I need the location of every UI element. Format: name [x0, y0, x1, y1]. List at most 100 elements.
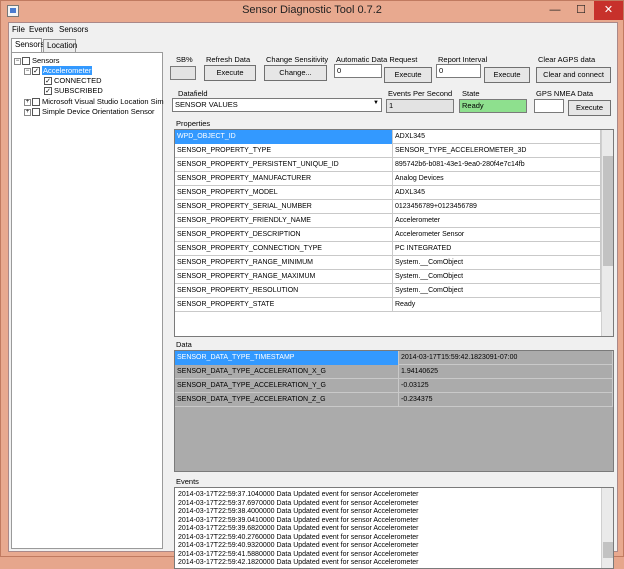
tree-label: SUBSCRIBED — [54, 86, 103, 95]
auto-request-label: Automatic Data Request — [336, 55, 418, 64]
event-line: 2014-03-17T22:59:37.6970000 Data Updated… — [178, 499, 419, 507]
auto-request-execute-button[interactable]: Execute — [384, 67, 432, 83]
menu-events[interactable]: Events — [29, 25, 53, 34]
data-grid[interactable]: SENSOR_DATA_TYPE_TIMESTAMP 2014-03-17T15:… — [174, 350, 614, 472]
row-value: 0123456789+0123456789 — [393, 200, 601, 214]
events-per-second-label: Events Per Second — [388, 89, 453, 98]
row-value: Ready — [393, 298, 601, 312]
tree-label: Microsoft Visual Studio Location Sim — [42, 97, 164, 106]
expand-icon[interactable]: + — [24, 108, 31, 116]
table-row[interactable]: SENSOR_PROPERTY_RESOLUTION System.__ComOb… — [175, 284, 601, 298]
report-interval-input[interactable]: 0 — [436, 64, 481, 78]
report-interval-label: Report Interval — [438, 55, 488, 64]
refresh-data-label: Refresh Data — [206, 55, 251, 64]
event-line: 2014-03-17T22:59:38.4000000 Data Updated… — [178, 508, 419, 515]
tree-node-accelerometer[interactable]: − ✓ Accelerometer — [24, 66, 93, 76]
event-line: 2014-03-17T22:59:37.1040000 Data Updated… — [178, 491, 419, 498]
row-key: SENSOR_PROPERTY_TYPE — [175, 144, 393, 158]
table-row[interactable]: SENSOR_DATA_TYPE_TIMESTAMP 2014-03-17T15:… — [175, 351, 613, 365]
client-area: File Events Sensors Sensors Location − Se… — [8, 22, 618, 569]
collapse-icon[interactable]: − — [14, 57, 21, 65]
checkbox[interactable] — [22, 57, 30, 66]
table-row[interactable]: SENSOR_PROPERTY_RANGE_MAXIMUM System.__Co… — [175, 270, 601, 284]
main-panel: SB% Refresh Data Execute Change Sensitiv… — [166, 52, 616, 569]
checkbox-checked[interactable]: ✓ — [32, 67, 40, 76]
row-key: SENSOR_PROPERTY_FRIENDLY_NAME — [175, 214, 393, 228]
gps-nmea-execute-button[interactable]: Execute — [568, 100, 611, 116]
scroll-thumb[interactable] — [603, 542, 613, 558]
table-row[interactable]: SENSOR_PROPERTY_TYPE SENSOR_TYPE_ACCELERO… — [175, 144, 601, 158]
tab-sensors[interactable]: Sensors — [11, 38, 44, 52]
expand-icon[interactable]: + — [24, 98, 31, 106]
tree-label: Sensors — [32, 56, 60, 65]
row-key: SENSOR_PROPERTY_MODEL — [175, 186, 393, 200]
close-button[interactable]: ✕ — [594, 1, 623, 20]
row-key: SENSOR_PROPERTY_DESCRIPTION — [175, 228, 393, 242]
row-key: SENSOR_PROPERTY_RANGE_MAXIMUM — [175, 270, 393, 284]
table-row[interactable]: SENSOR_PROPERTY_RANGE_MINIMUM System.__Co… — [175, 256, 601, 270]
table-row[interactable]: SENSOR_PROPERTY_PERSISTENT_UNIQUE_ID 8957… — [175, 158, 601, 172]
report-interval-execute-button[interactable]: Execute — [484, 67, 530, 83]
table-row[interactable]: SENSOR_DATA_TYPE_ACCELERATION_Z_G -0.2343… — [175, 393, 613, 407]
sensor-tree[interactable]: − Sensors − ✓ Accelerometer ✓ CONNECTED ✓ SUB… — [11, 52, 164, 549]
table-row[interactable]: SENSOR_PROPERTY_MODEL ADXL345 — [175, 186, 601, 200]
events-per-second-field: 1 — [386, 99, 454, 113]
table-row[interactable]: SENSOR_DATA_TYPE_ACCELERATION_X_G 1.94140… — [175, 365, 613, 379]
row-value: -0.03125 — [399, 379, 613, 393]
checkbox[interactable] — [32, 98, 40, 107]
datafield-select[interactable]: SENSOR VALUES ▼ — [172, 98, 382, 112]
properties-scrollbar[interactable] — [601, 130, 613, 336]
table-row[interactable]: SENSOR_PROPERTY_CONNECTION_TYPE PC INTEGR… — [175, 242, 601, 256]
gps-nmea-label: GPS NMEA Data — [536, 89, 594, 98]
table-row[interactable]: SENSOR_PROPERTY_MANUFACTURER Analog Devic… — [175, 172, 601, 186]
properties-label: Properties — [176, 119, 211, 128]
tree-node-sensors[interactable]: − Sensors — [14, 56, 60, 66]
row-key: SENSOR_DATA_TYPE_ACCELERATION_X_G — [175, 365, 399, 379]
clear-agps-label: Clear AGPS data — [538, 55, 596, 64]
row-value: Analog Devices — [393, 172, 601, 186]
maximize-button[interactable]: ☐ — [568, 1, 594, 20]
row-value: SENSOR_TYPE_ACCELEROMETER_3D — [393, 144, 601, 158]
row-value: -0.234375 — [399, 393, 613, 407]
scroll-thumb[interactable] — [603, 156, 613, 266]
clear-and-connect-button[interactable]: Clear and connect — [536, 67, 611, 83]
table-row[interactable]: SENSOR_PROPERTY_FRIENDLY_NAME Acceleromet… — [175, 214, 601, 228]
table-row[interactable]: SENSOR_DATA_TYPE_ACCELERATION_Y_G -0.0312… — [175, 379, 613, 393]
auto-request-input[interactable]: 0 — [334, 64, 382, 78]
collapse-icon[interactable]: − — [24, 67, 31, 75]
tree-label: Accelerometer — [42, 66, 93, 75]
tree-node-ms-location[interactable]: + Microsoft Visual Studio Location Sim — [24, 97, 164, 107]
events-scrollbar[interactable] — [601, 488, 613, 568]
row-value: System.__ComObject — [393, 284, 601, 298]
datafield-value: SENSOR VALUES — [175, 100, 238, 109]
table-row[interactable]: SENSOR_PROPERTY_DESCRIPTION Accelerometer… — [175, 228, 601, 242]
row-key: SENSOR_PROPERTY_MANUFACTURER — [175, 172, 393, 186]
properties-grid[interactable]: WPD_OBJECT_ID ADXL345 SENSOR_PROPERTY_TYPE… — [174, 129, 614, 337]
table-row[interactable]: SENSOR_PROPERTY_STATE Ready — [175, 298, 601, 312]
app-window: Sensor Diagnostic Tool 0.7.2 — ☐ ✕ File … — [0, 0, 624, 569]
table-row[interactable]: SENSOR_PROPERTY_SERIAL_NUMBER 0123456789+… — [175, 200, 601, 214]
row-key: SENSOR_PROPERTY_CONNECTION_TYPE — [175, 242, 393, 256]
menu-file[interactable]: File — [12, 25, 25, 34]
tree-label: CONNECTED — [54, 76, 102, 85]
row-value: Accelerometer — [393, 214, 601, 228]
row-value: PC INTEGRATED — [393, 242, 601, 256]
menu-sensors[interactable]: Sensors — [59, 25, 88, 34]
event-line: 2014-03-17T22:59:41.5880000 Data Updated… — [178, 550, 419, 558]
tree-node-subscribed[interactable]: ✓ SUBSCRIBED — [44, 86, 103, 96]
tab-location[interactable]: Location — [43, 39, 77, 52]
refresh-execute-button[interactable]: Execute — [204, 65, 256, 81]
tree-node-connected[interactable]: ✓ CONNECTED — [44, 76, 102, 86]
gps-nmea-input[interactable] — [534, 99, 564, 113]
title-bar[interactable]: Sensor Diagnostic Tool 0.7.2 — ☐ ✕ — [1, 1, 623, 21]
checkbox-checked[interactable]: ✓ — [44, 87, 52, 96]
checkbox[interactable] — [32, 108, 40, 117]
row-key: WPD_OBJECT_ID — [175, 130, 393, 144]
table-row[interactable]: WPD_OBJECT_ID ADXL345 — [175, 130, 601, 144]
change-sensitivity-button[interactable]: Change... — [264, 65, 327, 81]
checkbox-checked[interactable]: ✓ — [44, 77, 52, 86]
events-label: Events — [176, 477, 199, 486]
row-value: System.__ComObject — [393, 256, 601, 270]
minimize-button[interactable]: — — [542, 1, 568, 20]
tree-node-orientation[interactable]: + Simple Device Orientation Sensor — [24, 107, 155, 117]
